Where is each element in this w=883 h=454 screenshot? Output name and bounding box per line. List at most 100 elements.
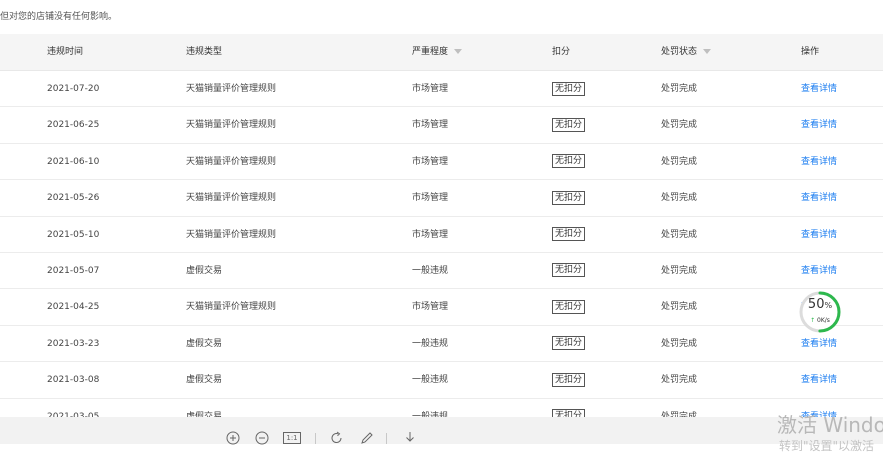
table-row: 2021-05-26 天猫销量评价管理规则 市场管理 无扣分 处罚完成 查看详情 bbox=[0, 180, 883, 217]
row-violation-type-cell: 天猫销量评价管理规则 bbox=[186, 71, 276, 107]
progress-widget[interactable]: 50% ↑ 0K/s bbox=[798, 290, 842, 334]
table-body: 2021-07-20 天猫销量评价管理规则 市场管理 无扣分 处罚完成 查看详情 2021-… bbox=[0, 71, 883, 435]
view-details-link-cell: 查看详情 bbox=[801, 362, 837, 398]
view-details-link-cell: 查看详情 bbox=[801, 144, 837, 180]
view-details-link[interactable]: 查看详情 bbox=[801, 157, 837, 167]
actual-size-icon[interactable]: 1:1 bbox=[283, 431, 301, 445]
row-time-cell: 2021-03-08 bbox=[47, 362, 99, 398]
view-details-link-cell: 查看详情 bbox=[801, 253, 837, 289]
row-violation-type-cell: 虚假交易 bbox=[186, 362, 222, 398]
row-status-cell: 处罚完成 bbox=[661, 180, 697, 216]
zoom-in-icon[interactable] bbox=[226, 431, 240, 445]
view-details-link-cell: 查看详情 bbox=[801, 107, 837, 143]
toolbar-divider bbox=[315, 433, 316, 444]
row-time: 2021-05-10 bbox=[47, 229, 100, 240]
filter-icon[interactable] bbox=[454, 49, 463, 54]
header-status-label: 处罚状态 bbox=[661, 47, 698, 57]
row-deduct-cell: 无扣分 bbox=[552, 326, 586, 362]
row-time: 2021-07-20 bbox=[47, 84, 100, 94]
row-violation-type: 天猫销量评价管理规则 bbox=[186, 193, 277, 204]
edit-icon[interactable] bbox=[360, 431, 374, 445]
row-violation-type-cell: 虚假交易 bbox=[186, 253, 222, 289]
progress-percent: 50% bbox=[807, 297, 833, 312]
row-violation-type: 虚假交易 bbox=[186, 375, 223, 386]
table-row: 2021-05-07 虚假交易 一般违规 无扣分 处罚完成 查看详情 bbox=[0, 253, 883, 290]
row-time: 2021-03-23 bbox=[47, 338, 100, 349]
row-status-cell: 处罚完成 bbox=[661, 71, 697, 107]
row-severity-cell: 市场管理 bbox=[412, 217, 448, 253]
row-time-cell: 2021-06-25 bbox=[47, 107, 99, 143]
row-time-cell: 2021-05-07 bbox=[47, 253, 99, 289]
header-time: 违规时间 bbox=[47, 47, 84, 57]
rotate-icon[interactable] bbox=[330, 431, 344, 445]
row-severity: 市场管理 bbox=[412, 120, 449, 131]
filter-icon[interactable] bbox=[703, 49, 712, 54]
table-row: 2021-04-25天猫销量评价管理规则市场管理无扣分处罚完成查看详情 bbox=[0, 289, 883, 326]
row-deduct-cell: 无扣分 bbox=[552, 107, 586, 143]
view-details-link[interactable]: 查看详情 bbox=[801, 120, 837, 130]
row-deduct-cell: 无扣分 bbox=[552, 71, 586, 107]
row-deduct: 无扣分 bbox=[552, 263, 586, 278]
row-status: 处罚完成 bbox=[661, 302, 698, 313]
header-action: 操作 bbox=[801, 47, 820, 57]
table-row: 2021-06-25 天猫销量评价管理规则 市场管理 无扣分 处罚完成 查看详情 bbox=[0, 107, 883, 144]
table-row: 2021-03-08 虚假交易 一般违规 无扣分 处罚完成 查看详情 bbox=[0, 362, 883, 399]
row-status-cell: 处罚完成 bbox=[661, 362, 697, 398]
row-status-cell: 处罚完成 bbox=[661, 253, 697, 289]
row-severity: 市场管理 bbox=[412, 229, 449, 240]
row-violation-type: 天猫销量评价管理规则 bbox=[186, 302, 277, 313]
row-violation-type-cell: 天猫销量评价管理规则 bbox=[186, 107, 276, 143]
row-time: 2021-05-26 bbox=[47, 193, 100, 204]
header-deduct: 扣分 bbox=[552, 47, 571, 57]
header-severity-label: 严重程度 bbox=[412, 47, 449, 57]
row-status: 处罚完成 bbox=[661, 156, 698, 167]
row-status: 处罚完成 bbox=[661, 265, 698, 276]
download-icon[interactable] bbox=[403, 431, 417, 445]
row-deduct-cell: 无扣分 bbox=[552, 289, 586, 325]
row-status-cell: 处罚完成 bbox=[661, 326, 697, 362]
row-time: 2021-04-25 bbox=[47, 302, 100, 313]
row-deduct-cell: 无扣分 bbox=[552, 217, 586, 253]
row-time: 2021-06-25 bbox=[47, 120, 100, 131]
row-severity: 一般违规 bbox=[412, 265, 449, 276]
toolbar-divider bbox=[386, 433, 387, 444]
row-deduct-cell: 无扣分 bbox=[552, 144, 586, 180]
row-severity-cell: 一般违规 bbox=[412, 253, 448, 289]
row-severity-cell: 市场管理 bbox=[412, 107, 448, 143]
table-header: 违规时间 违规类型 严重程度 扣分 处罚状态 操作 bbox=[0, 34, 883, 71]
view-details-link[interactable]: 查看详情 bbox=[801, 339, 837, 349]
row-severity: 市场管理 bbox=[412, 84, 449, 94]
view-details-link-cell: 查看详情 bbox=[801, 180, 837, 216]
row-violation-type: 天猫销量评价管理规则 bbox=[186, 84, 277, 94]
view-details-link[interactable]: 查看详情 bbox=[801, 230, 837, 240]
row-time: 2021-03-08 bbox=[47, 375, 100, 386]
row-status: 处罚完成 bbox=[661, 120, 698, 131]
view-details-link[interactable]: 查看详情 bbox=[801, 84, 837, 94]
header-status[interactable]: 处罚状态 bbox=[661, 34, 712, 70]
row-time-cell: 2021-07-20 bbox=[47, 71, 99, 107]
row-deduct: 无扣分 bbox=[552, 81, 586, 96]
row-violation-type-cell: 天猫销量评价管理规则 bbox=[186, 180, 276, 216]
row-severity-cell: 一般违规 bbox=[412, 362, 448, 398]
view-details-link-cell: 查看详情 bbox=[801, 217, 837, 253]
row-violation-type-cell: 天猫销量评价管理规则 bbox=[186, 217, 276, 253]
row-severity-cell: 市场管理 bbox=[412, 180, 448, 216]
view-details-link[interactable]: 查看详情 bbox=[801, 266, 837, 276]
row-deduct: 无扣分 bbox=[552, 117, 586, 132]
row-deduct: 无扣分 bbox=[552, 227, 586, 242]
row-status-cell: 处罚完成 bbox=[661, 217, 697, 253]
row-severity: 一般违规 bbox=[412, 338, 449, 349]
row-severity: 市场管理 bbox=[412, 193, 449, 204]
row-status-cell: 处罚完成 bbox=[661, 107, 697, 143]
view-details-link[interactable]: 查看详情 bbox=[801, 375, 837, 385]
row-violation-type: 天猫销量评价管理规则 bbox=[186, 229, 277, 240]
row-severity: 一般违规 bbox=[412, 375, 449, 386]
row-severity-cell: 市场管理 bbox=[412, 289, 448, 325]
row-time: 2021-06-10 bbox=[47, 156, 100, 167]
row-violation-type: 虚假交易 bbox=[186, 265, 223, 276]
view-details-link[interactable]: 查看详情 bbox=[801, 193, 837, 203]
header-severity[interactable]: 严重程度 bbox=[412, 34, 463, 70]
zoom-out-icon[interactable] bbox=[255, 431, 269, 445]
row-status: 处罚完成 bbox=[661, 338, 698, 349]
row-deduct-cell: 无扣分 bbox=[552, 362, 586, 398]
